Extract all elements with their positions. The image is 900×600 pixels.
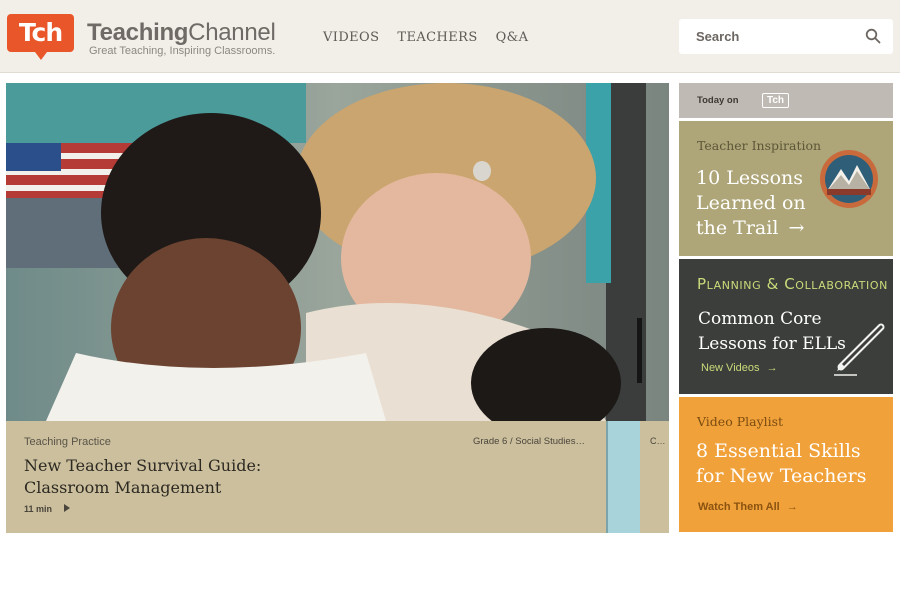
video-duration[interactable]: 11 min bbox=[24, 504, 71, 514]
search-input[interactable]: Search bbox=[679, 19, 893, 54]
nav-teachers[interactable]: TEACHERS bbox=[397, 30, 477, 45]
card-video-playlist[interactable]: Video Playlist 8 Essential Skills for Ne… bbox=[679, 397, 893, 532]
hero-video-thumbnail[interactable] bbox=[6, 83, 669, 421]
next-slide-caption[interactable]: C… bbox=[640, 421, 669, 533]
card-kicker: Video Playlist bbox=[697, 414, 784, 429]
card-teacher-inspiration[interactable]: Teacher Inspiration 10 Lessons Learned o… bbox=[679, 121, 893, 256]
card-title[interactable]: 10 Lessons Learned on the Trail → bbox=[696, 166, 826, 241]
card-link-text: Watch Them All bbox=[698, 501, 780, 513]
pencil-icon bbox=[834, 323, 885, 376]
nav-videos[interactable]: VIDEOS bbox=[323, 30, 379, 45]
today-label: Today on bbox=[697, 95, 739, 106]
tch-logo[interactable]: Tch bbox=[7, 14, 74, 60]
search-placeholder: Search bbox=[696, 29, 740, 44]
play-icon bbox=[63, 504, 70, 512]
arrow-right-icon: → bbox=[786, 501, 798, 513]
brand-name-bold: Teaching bbox=[87, 19, 189, 46]
nav-qa[interactable]: Q&A bbox=[496, 30, 529, 45]
next-slide-text: C… bbox=[650, 436, 666, 446]
today-on-tch-header: Today on Tch bbox=[679, 83, 893, 118]
next-slide-strip[interactable] bbox=[606, 421, 640, 533]
hero-caption[interactable]: Teaching Practice New Teacher Survival G… bbox=[6, 421, 606, 533]
main-nav: VIDEOS TEACHERS Q&A bbox=[323, 30, 528, 45]
search-icon[interactable] bbox=[865, 28, 881, 44]
arrow-right-icon: → bbox=[788, 217, 805, 239]
brand-name[interactable]: TeachingChannel bbox=[87, 19, 276, 47]
mountain-badge-icon bbox=[820, 150, 878, 208]
brand-name-regular: Channel bbox=[188, 19, 276, 46]
video-category: Teaching Practice bbox=[24, 436, 111, 448]
card-title[interactable]: 8 Essential Skills for New Teachers bbox=[696, 439, 891, 489]
today-badge-logo: Tch bbox=[762, 93, 790, 108]
video-grade-subject: Grade 6 / Social Studies… bbox=[473, 436, 585, 447]
duration-label: 11 min bbox=[24, 504, 53, 514]
card-link[interactable]: New Videos → bbox=[701, 362, 778, 374]
brand-tagline: Great Teaching, Inspiring Classrooms. bbox=[89, 45, 276, 57]
arrow-right-icon: → bbox=[766, 362, 778, 374]
site-header: Tch TeachingChannel Great Teaching, Insp… bbox=[0, 0, 900, 73]
featured-video[interactable]: Teaching Practice New Teacher Survival G… bbox=[6, 83, 669, 533]
video-title[interactable]: New Teacher Survival Guide: Classroom Ma… bbox=[24, 455, 324, 499]
card-planning-collaboration[interactable]: Planning & Collaboration Common Core Les… bbox=[679, 259, 893, 394]
card-kicker: Teacher Inspiration bbox=[697, 138, 822, 153]
card-link[interactable]: Watch Them All → bbox=[698, 501, 798, 513]
card-link-text: New Videos bbox=[701, 362, 760, 374]
card-kicker: Planning & Collaboration bbox=[697, 275, 888, 293]
